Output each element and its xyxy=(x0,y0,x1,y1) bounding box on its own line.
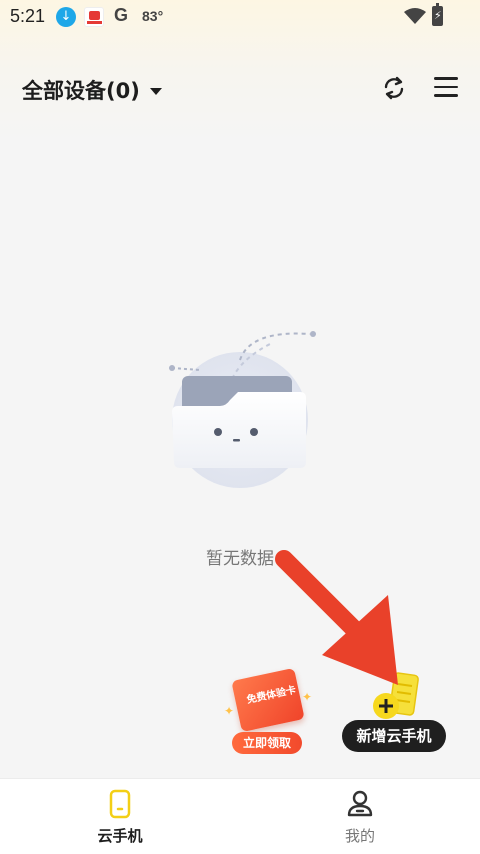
add-cloud-phone-label: 新增云手机 xyxy=(342,720,446,752)
temperature-text: 83° xyxy=(142,8,164,24)
user-icon xyxy=(347,790,373,817)
red-pointer-arrow xyxy=(275,550,398,685)
nav-label-mine: 我的 xyxy=(344,827,375,845)
battery-icon: ⚡ xyxy=(432,3,443,26)
app-notification-icon xyxy=(84,7,104,27)
claim-now-button[interactable]: 立即领取 xyxy=(232,732,302,754)
battery-charging-icon: ⚡ xyxy=(434,9,442,22)
refresh-icon[interactable] xyxy=(380,74,408,102)
status-time: 5:21 xyxy=(10,6,46,26)
status-bar: 5:21 ↓ G 83° ⚡ xyxy=(0,0,480,34)
google-icon: G xyxy=(114,5,129,25)
top-header: 全部设备(0) xyxy=(0,60,480,116)
caret-down-icon xyxy=(149,87,162,95)
device-filter-dropdown[interactable]: 全部设备(0) xyxy=(22,75,162,105)
page-title: 全部设备(0) xyxy=(22,79,140,103)
bottom-nav: 云手机 我的 xyxy=(0,778,480,854)
empty-folder-illustration xyxy=(169,331,316,488)
sparkle-icon: ✦ xyxy=(224,704,235,718)
nav-label-cloud-phone: 云手机 xyxy=(97,827,143,845)
phone-icon xyxy=(109,789,131,819)
download-icon: ↓ xyxy=(56,7,76,27)
wifi-icon xyxy=(404,8,426,24)
nav-tab-mine[interactable]: 我的 xyxy=(240,779,480,854)
nav-tab-cloud-phone[interactable]: 云手机 xyxy=(0,779,240,854)
menu-icon[interactable] xyxy=(434,77,458,99)
